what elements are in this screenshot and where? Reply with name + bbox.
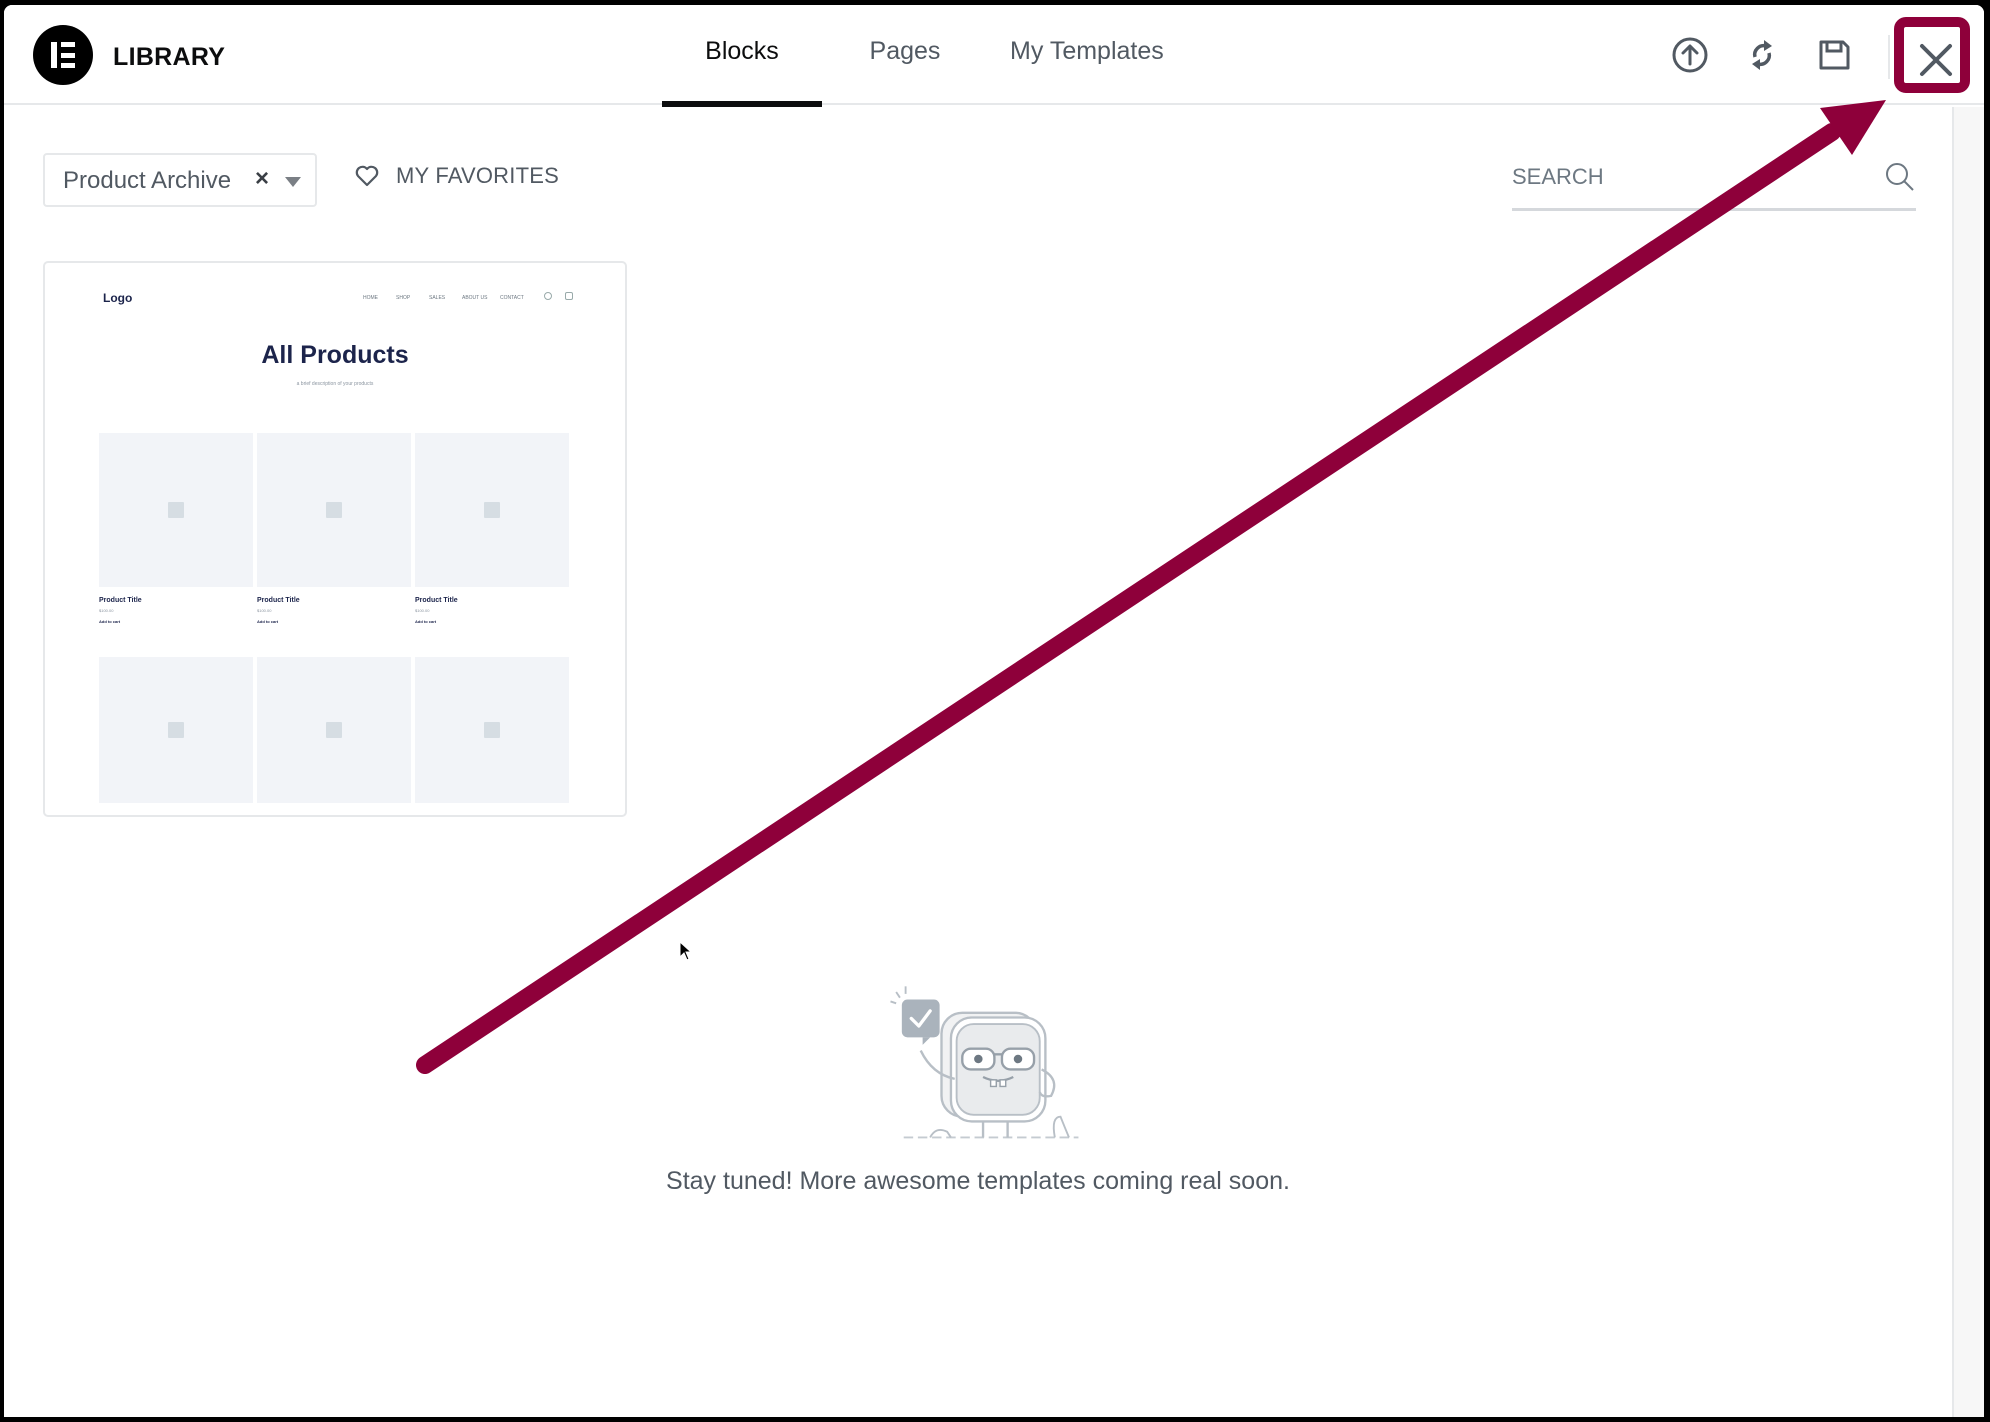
preview-product: Product Title $100.00 Add to cart xyxy=(99,433,253,624)
chevron-down-icon[interactable] xyxy=(285,177,301,187)
preview-add-to-cart: Add to cart xyxy=(99,619,121,624)
tab-my-templates[interactable]: My Templates xyxy=(988,5,1164,105)
preview-logo: Logo xyxy=(103,291,133,305)
sync-button[interactable] xyxy=(1742,35,1782,75)
image-placeholder xyxy=(257,433,411,587)
heart-icon xyxy=(355,165,379,187)
library-tabs: Blocks Pages My Templates xyxy=(662,5,1164,107)
tab-pages[interactable]: Pages xyxy=(822,5,988,105)
preview-add-to-cart: Add to cart xyxy=(415,619,437,624)
image-placeholder xyxy=(99,433,253,587)
save-template-button[interactable] xyxy=(1814,35,1854,75)
library-content: Product Archive × MY FAVORITES Logo HOME… xyxy=(4,107,1952,1417)
search-input[interactable] xyxy=(1512,159,1862,195)
preview-nav-item: CONTACT xyxy=(500,295,524,301)
preview-add-to-cart: Add to cart xyxy=(257,619,279,624)
preview-product-title: Product Title xyxy=(99,597,142,604)
empty-state-message: Stay tuned! More awesome templates comin… xyxy=(666,1167,1290,1195)
preview-product-row xyxy=(99,657,571,803)
tab-blocks[interactable]: Blocks xyxy=(662,5,822,107)
template-card[interactable]: Logo HOME SHOP SALES ABOUT US CONTACT Al… xyxy=(43,261,627,817)
category-filter-select[interactable]: Product Archive × xyxy=(43,153,317,207)
elementor-logo-icon xyxy=(33,25,93,85)
image-icon xyxy=(168,722,184,738)
search-icon[interactable] xyxy=(1884,161,1916,193)
preview-heading: All Products xyxy=(261,341,409,369)
preview-nav-item: HOME xyxy=(363,295,378,301)
preview-product-title: Product Title xyxy=(257,597,300,604)
preview-search-icon xyxy=(544,292,552,300)
close-button[interactable] xyxy=(1902,26,1970,94)
scrollbar[interactable] xyxy=(1952,107,1984,1417)
image-icon xyxy=(168,502,184,518)
clear-filter-icon[interactable]: × xyxy=(255,165,269,193)
my-favorites-label: MY FAVORITES xyxy=(396,163,559,188)
my-favorites-button[interactable]: MY FAVORITES xyxy=(354,163,559,189)
image-icon xyxy=(484,502,500,518)
preview-product: Product Title $100.00 Add to cart xyxy=(257,433,411,624)
preview-nav-item: SALES xyxy=(429,295,446,301)
library-title: LIBRARY xyxy=(113,43,226,71)
preview-product-title: Product Title xyxy=(415,597,458,604)
preview-cart-icon xyxy=(565,292,573,300)
search-field xyxy=(1512,147,1916,211)
preview-subheading: a brief description of your products xyxy=(296,381,374,387)
preview-nav: HOME SHOP SALES ABOUT US CONTACT xyxy=(363,295,534,301)
image-icon xyxy=(326,722,342,738)
preview-product-price: $100.00 xyxy=(257,608,272,613)
sync-icon xyxy=(1752,40,1772,70)
image-placeholder xyxy=(415,433,569,587)
image-icon xyxy=(326,502,342,518)
preview-product-row: Product Title $100.00 Add to cart Produc… xyxy=(99,433,571,624)
image-placeholder xyxy=(257,657,411,803)
preview-product: Product Title $100.00 Add to cart xyxy=(415,433,569,624)
header-divider xyxy=(1888,35,1890,79)
save-icon xyxy=(1819,40,1850,70)
import-button[interactable] xyxy=(1670,35,1710,75)
import-icon xyxy=(1672,37,1708,73)
mascot-waving-illustration xyxy=(890,986,1079,1139)
close-icon xyxy=(1920,44,1952,76)
category-filter-value: Product Archive xyxy=(63,167,232,194)
preview-product-price: $100.00 xyxy=(99,608,114,613)
preview-nav-item: ABOUT US xyxy=(462,295,488,301)
template-library-modal: LIBRARY Blocks Pages My Templates Produc… xyxy=(4,5,1984,1417)
image-icon xyxy=(484,722,500,738)
image-placeholder xyxy=(415,657,569,803)
mouse-cursor xyxy=(679,941,693,961)
image-placeholder xyxy=(99,657,253,803)
preview-nav-item: SHOP xyxy=(396,295,411,301)
preview-product-price: $100.00 xyxy=(415,608,430,613)
library-header: LIBRARY Blocks Pages My Templates xyxy=(4,5,1984,107)
